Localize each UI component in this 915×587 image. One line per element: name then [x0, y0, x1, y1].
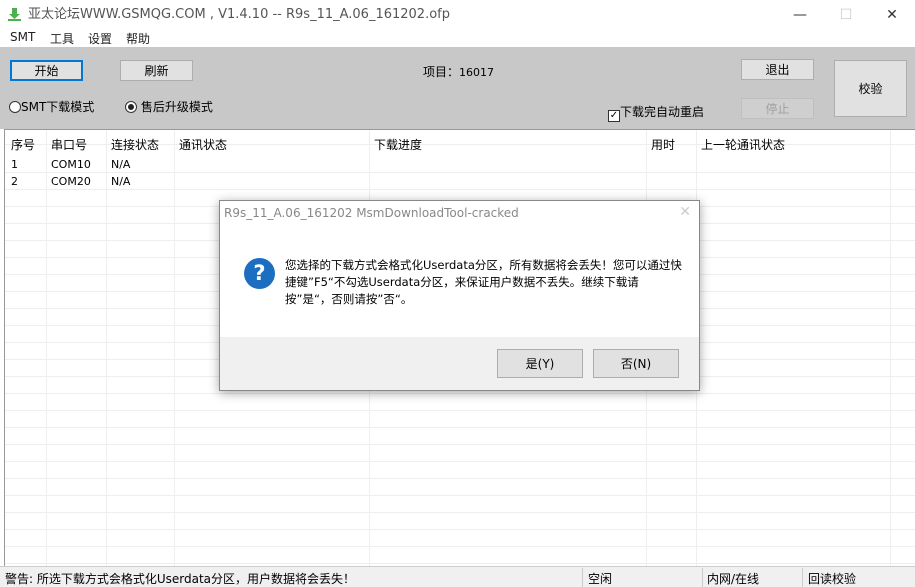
window-title: 亚太论坛WWW.GSMQG.COM , V1.4.10 -- R9s_11_A.…	[28, 0, 450, 30]
yes-button[interactable]: 是(Y)	[497, 349, 583, 378]
dialog-footer: 是(Y) 否(N)	[220, 337, 699, 390]
checkmark-icon: ✓	[608, 110, 620, 122]
close-button[interactable]: ✕	[869, 0, 915, 30]
row-port: COM20	[51, 175, 91, 188]
radio-selected-icon	[125, 101, 137, 113]
column-header[interactable]: 连接状态	[111, 136, 159, 153]
menu-smt[interactable]: SMT	[10, 30, 35, 44]
column-header[interactable]: 序号	[11, 136, 35, 153]
menu-bar: SMT 工具 设置 帮助	[0, 30, 915, 47]
dialog-message: 您选择的下载方式会格式化Userdata分区，所有数据将会丢失！您可以通过快捷键…	[285, 257, 685, 308]
after-sale-mode-radio[interactable]: 售后升级模式	[125, 98, 213, 115]
toolbar: 开始 刷新 项目：16017 退出 停止 校验 SMT下载模式 售后升级模式 ✓…	[0, 47, 915, 129]
no-button[interactable]: 否(N)	[593, 349, 679, 378]
start-button[interactable]: 开始	[10, 60, 83, 81]
column-header[interactable]: 下载进度	[374, 136, 422, 153]
dialog-title: R9s_11_A.06_161202 MsmDownloadTool-crack…	[224, 206, 519, 220]
smt-mode-radio[interactable]: SMT下载模式	[9, 98, 94, 115]
status-network: 内网/在线	[707, 570, 759, 587]
row-index: 2	[11, 175, 18, 188]
menu-help[interactable]: 帮助	[126, 30, 150, 47]
status-readback: 回读校验	[808, 570, 856, 587]
row-connection: N/A	[111, 175, 130, 188]
row-connection: N/A	[111, 158, 130, 171]
column-header[interactable]: 串口号	[51, 136, 87, 153]
maximize-button[interactable]: ☐	[823, 0, 869, 30]
status-state: 空闲	[588, 570, 612, 587]
row-port: COM10	[51, 158, 91, 171]
minimize-button[interactable]: —	[777, 0, 823, 30]
menu-settings[interactable]: 设置	[88, 30, 112, 47]
row-index: 1	[11, 158, 18, 171]
download-app-icon	[7, 7, 22, 22]
radio-icon	[9, 101, 21, 113]
dialog-close-button[interactable]: ✕	[679, 204, 691, 220]
menu-tools[interactable]: 工具	[50, 30, 74, 47]
title-bar: 亚太论坛WWW.GSMQG.COM , V1.4.10 -- R9s_11_A.…	[0, 0, 915, 30]
project-label: 项目：16017	[423, 63, 494, 80]
status-bar: 警告: 所选下载方式会格式化Userdata分区，用户数据将会丢失！ 空闲 内网…	[0, 566, 915, 587]
stop-button[interactable]: 停止	[741, 98, 814, 119]
confirm-dialog: R9s_11_A.06_161202 MsmDownloadTool-crack…	[219, 200, 700, 391]
question-icon: ?	[244, 258, 275, 289]
verify-button[interactable]: 校验	[834, 60, 907, 117]
refresh-button[interactable]: 刷新	[120, 60, 193, 81]
project-value: 16017	[459, 66, 494, 79]
column-header[interactable]: 上一轮通讯状态	[701, 136, 785, 153]
status-warning: 警告: 所选下载方式会格式化Userdata分区，用户数据将会丢失！	[5, 570, 355, 587]
column-header[interactable]: 通讯状态	[179, 136, 227, 153]
exit-button[interactable]: 退出	[741, 59, 814, 80]
auto-reboot-checkbox[interactable]: ✓下载完自动重启	[608, 103, 704, 122]
column-header[interactable]: 用时	[651, 136, 675, 153]
